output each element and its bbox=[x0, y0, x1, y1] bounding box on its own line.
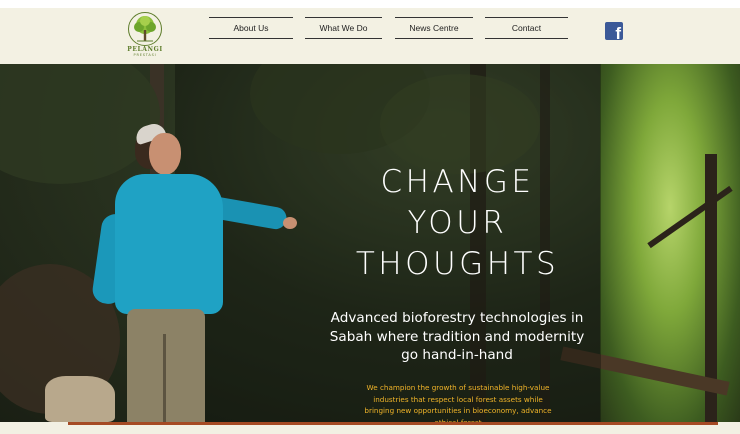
header-top-strip bbox=[0, 0, 740, 8]
facebook-glyph: f bbox=[615, 24, 621, 40]
hero-section: CHANGE YOUR THOUGHTS Advanced bioforestr… bbox=[0, 64, 740, 422]
hiker-jacket bbox=[115, 174, 223, 314]
logo-name: PELANGI bbox=[127, 46, 163, 53]
facebook-icon[interactable]: f bbox=[605, 22, 623, 40]
nav-item-what-we-do[interactable]: What We Do bbox=[305, 17, 382, 39]
logo[interactable]: PELANGI PRESTASI bbox=[122, 12, 168, 62]
hero-subheading: Advanced bioforestry technologies in Sab… bbox=[329, 310, 585, 363]
hiker-face bbox=[149, 133, 181, 175]
headline-line: CHANGE bbox=[380, 164, 535, 200]
hero-headline: CHANGE YOUR THOUGHTS bbox=[330, 162, 585, 285]
driftwood bbox=[45, 376, 115, 422]
nav-item-about-us[interactable]: About Us bbox=[209, 17, 293, 39]
site-header: PELANGI PRESTASI About Us What We Do New… bbox=[0, 0, 740, 64]
nav-item-contact[interactable]: Contact bbox=[485, 17, 568, 39]
headline-line: YOUR bbox=[407, 205, 508, 241]
logo-subtitle: PRESTASI bbox=[133, 53, 157, 57]
bottom-accent-line bbox=[68, 422, 718, 425]
hiker-pants bbox=[127, 309, 205, 422]
hero-body-text: We champion the growth of sustainable hi… bbox=[364, 383, 552, 422]
nav-item-news-centre[interactable]: News Centre bbox=[395, 17, 473, 39]
hiker-pants-seam bbox=[163, 334, 166, 422]
hiker-hand bbox=[283, 217, 297, 229]
headline-line: THOUGHTS bbox=[355, 246, 560, 282]
tree-logo-icon bbox=[128, 12, 162, 46]
hiker-photo bbox=[90, 119, 297, 422]
